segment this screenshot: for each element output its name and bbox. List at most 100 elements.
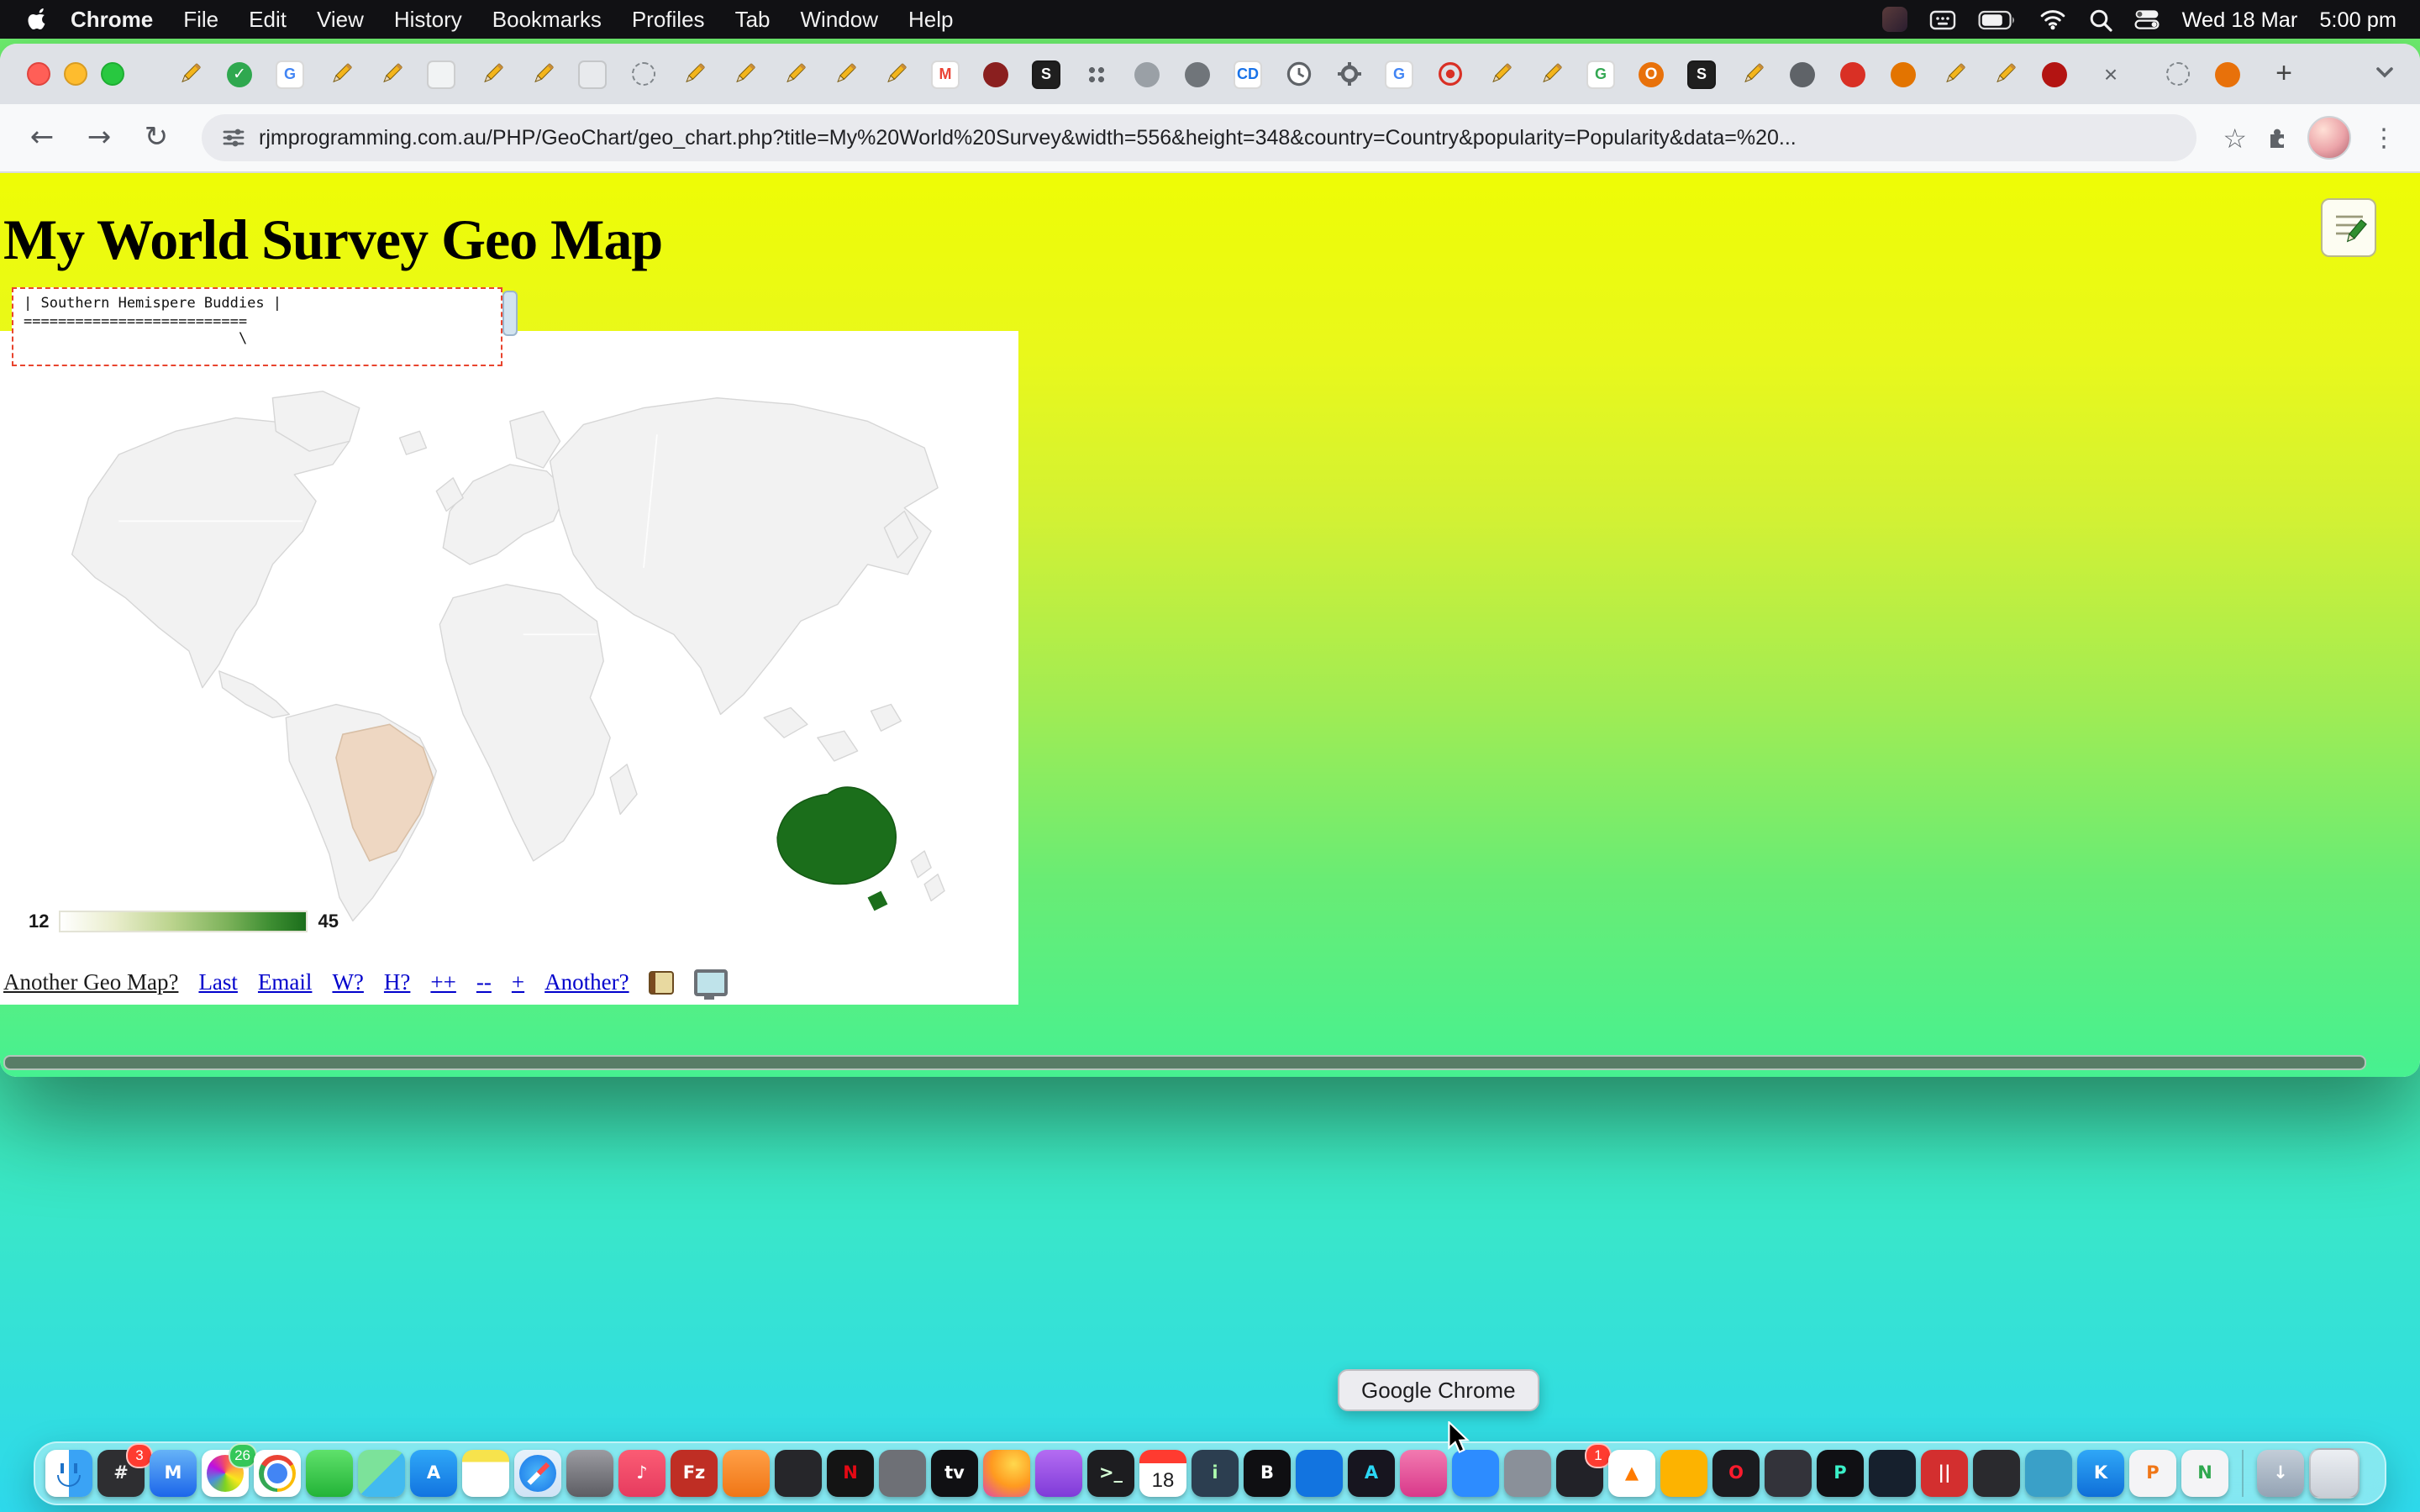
- pinned-tab-pencil-icon[interactable]: [729, 60, 758, 88]
- dock-app-parallels-icon[interactable]: ||: [1921, 1450, 1968, 1497]
- map-region-iceland[interactable]: [400, 431, 427, 454]
- dock-app-dark-app-4-icon[interactable]: [1973, 1450, 2020, 1497]
- pinned-tab-pencil-icon[interactable]: [1486, 60, 1514, 88]
- pinned-tab-pencil-icon[interactable]: [780, 60, 808, 88]
- menu-item-window[interactable]: Window: [786, 7, 894, 32]
- dock-app-pink-app-icon[interactable]: [1400, 1450, 1447, 1497]
- dock-app-dark-app-3-icon[interactable]: [1765, 1450, 1812, 1497]
- dock-app-messages-icon[interactable]: [306, 1450, 353, 1497]
- menu-item-view[interactable]: View: [302, 7, 379, 32]
- pinned-tab-pencil-icon[interactable]: [1939, 60, 1968, 88]
- pinned-tab-grid-icon[interactable]: [1082, 60, 1111, 88]
- window-zoom-button[interactable]: [101, 62, 124, 86]
- pinned-tab-pencil-icon[interactable]: [326, 60, 355, 88]
- pinned-tab-pencil-icon[interactable]: [376, 60, 405, 88]
- pinned-tab-dash-icon[interactable]: [2163, 60, 2191, 88]
- menu-item-history[interactable]: History: [379, 7, 477, 32]
- pinned-tab-pencil-icon[interactable]: [528, 60, 556, 88]
- pinned-tab-dash-icon[interactable]: [629, 60, 657, 88]
- dock-app-iterm-icon[interactable]: i: [1192, 1450, 1239, 1497]
- page-link--[interactable]: ++: [430, 969, 455, 996]
- pinned-tab-gear-icon[interactable]: [1334, 60, 1363, 88]
- page-link--[interactable]: +: [512, 969, 524, 996]
- window-close-button[interactable]: [27, 62, 50, 86]
- pinned-tab-pencil-icon[interactable]: [175, 60, 203, 88]
- dock-app-chrome-icon[interactable]: [254, 1450, 301, 1497]
- dock-app-notes-icon[interactable]: [462, 1450, 509, 1497]
- pinned-tab-clock-icon[interactable]: [1284, 60, 1313, 88]
- dock-app-blue-app-1-icon[interactable]: [1296, 1450, 1343, 1497]
- dock-app-photos-icon[interactable]: 26: [202, 1450, 249, 1497]
- page-link-another-geo-map-[interactable]: Another Geo Map?: [3, 969, 178, 996]
- horizontal-scrollbar[interactable]: [3, 1055, 2366, 1070]
- monitor-icon[interactable]: [695, 969, 729, 996]
- pinned-tab-target-icon[interactable]: [1435, 60, 1464, 88]
- map-region-sea-islands-3[interactable]: [871, 705, 902, 732]
- dock-app-safari-icon[interactable]: [514, 1450, 561, 1497]
- map-region-australia[interactable]: [777, 787, 896, 884]
- browser-menu-kebab-icon[interactable]: ⋮: [2365, 123, 2403, 153]
- menu-item-file[interactable]: File: [168, 7, 234, 32]
- address-bar[interactable]: rjmprogramming.com.au/PHP/GeoChart/geo_c…: [202, 114, 2196, 161]
- dock-app-vlc-icon[interactable]: ▲: [1608, 1450, 1655, 1497]
- dock-app-gray-app-2-icon[interactable]: [1504, 1450, 1551, 1497]
- pinned-tab-sq-icon[interactable]: CD: [1234, 60, 1262, 88]
- dock-app-steam-icon[interactable]: [1869, 1450, 1916, 1497]
- dock-app-pixelmator-icon[interactable]: P: [1817, 1450, 1864, 1497]
- pinned-tab-pencil-icon[interactable]: [1536, 60, 1565, 88]
- pinned-tab-sq-icon[interactable]: G: [1385, 60, 1413, 88]
- wifi-icon[interactable]: [2039, 8, 2068, 30]
- menu-item-edit[interactable]: Edit: [234, 7, 302, 32]
- extensions-puzzle-icon[interactable]: [2264, 124, 2291, 151]
- dock-app-netflix-icon[interactable]: N: [827, 1450, 874, 1497]
- pinned-tab-dot-icon[interactable]: [1839, 60, 1867, 88]
- menu-item-bookmarks[interactable]: Bookmarks: [477, 7, 617, 32]
- map-region-new-zealand-south[interactable]: [924, 874, 944, 901]
- pinned-tab-dot-icon[interactable]: [1889, 60, 1918, 88]
- profile-avatar[interactable]: [2307, 116, 2351, 160]
- pinned-tab-sq-icon[interactable]: [427, 60, 455, 88]
- menu-item-tab[interactable]: Tab: [720, 7, 786, 32]
- dock-app-system-settings-icon[interactable]: [566, 1450, 613, 1497]
- pinned-tab-pencil-icon[interactable]: [1738, 60, 1766, 88]
- map-region-tasmania[interactable]: [868, 891, 888, 911]
- map-region-new-zealand-north[interactable]: [911, 851, 931, 878]
- menu-clock-date[interactable]: Wed 18 Mar: [2182, 8, 2298, 31]
- pinned-tab-pencil-icon[interactable]: [1990, 60, 2018, 88]
- window-minimize-button[interactable]: [64, 62, 87, 86]
- pinned-tab-dot-icon[interactable]: [1133, 60, 1161, 88]
- bookmark-star-icon[interactable]: ☆: [2223, 122, 2247, 154]
- dock-app-music-icon[interactable]: ♪: [618, 1450, 666, 1497]
- dock-app-appstore-icon[interactable]: A: [410, 1450, 457, 1497]
- back-button[interactable]: ←: [20, 116, 64, 160]
- battery-icon[interactable]: [1979, 9, 2018, 29]
- page-link-last[interactable]: Last: [198, 969, 238, 996]
- menu-clock-time[interactable]: 5:00 pm: [2319, 8, 2396, 31]
- map-region-north-america[interactable]: [72, 417, 350, 687]
- reload-button[interactable]: ↻: [134, 116, 178, 160]
- dock-app-filezilla-icon[interactable]: Fz: [671, 1450, 718, 1497]
- pinned-tab-pencil-icon[interactable]: [830, 60, 859, 88]
- dock-app-mail-icon[interactable]: M: [150, 1450, 197, 1497]
- pinned-tab-dot-icon[interactable]: [1183, 60, 1212, 88]
- menu-extra-app-icon[interactable]: [1883, 7, 1908, 32]
- pinned-tab-dot-icon[interactable]: [2040, 60, 2069, 88]
- pinned-tab-sq-icon[interactable]: G: [276, 60, 304, 88]
- page-link--[interactable]: --: [476, 969, 492, 996]
- spotlight-icon[interactable]: [2090, 8, 2113, 31]
- menu-item-help[interactable]: Help: [893, 7, 969, 32]
- page-link-h-[interactable]: H?: [384, 969, 411, 996]
- notepad-pencil-icon[interactable]: [2321, 198, 2376, 257]
- map-region-europe[interactable]: [443, 465, 566, 564]
- page-link-w-[interactable]: W?: [332, 969, 363, 996]
- map-region-africa[interactable]: [439, 585, 610, 861]
- menu-item-profiles[interactable]: Profiles: [617, 7, 720, 32]
- dock-app-dark-app-1-icon[interactable]: [775, 1450, 822, 1497]
- map-region-sea-islands-1[interactable]: [764, 707, 808, 738]
- dock-app-downloads-icon[interactable]: ↓: [2257, 1450, 2304, 1497]
- dock-app-opera-icon[interactable]: O: [1712, 1450, 1760, 1497]
- dock-app-launchpad-icon[interactable]: #3: [97, 1450, 145, 1497]
- dock-app-transmit-icon[interactable]: [2025, 1450, 2072, 1497]
- dock-app-sketch-icon[interactable]: [1660, 1450, 1707, 1497]
- pinned-tab-sq-icon[interactable]: S: [1687, 60, 1716, 88]
